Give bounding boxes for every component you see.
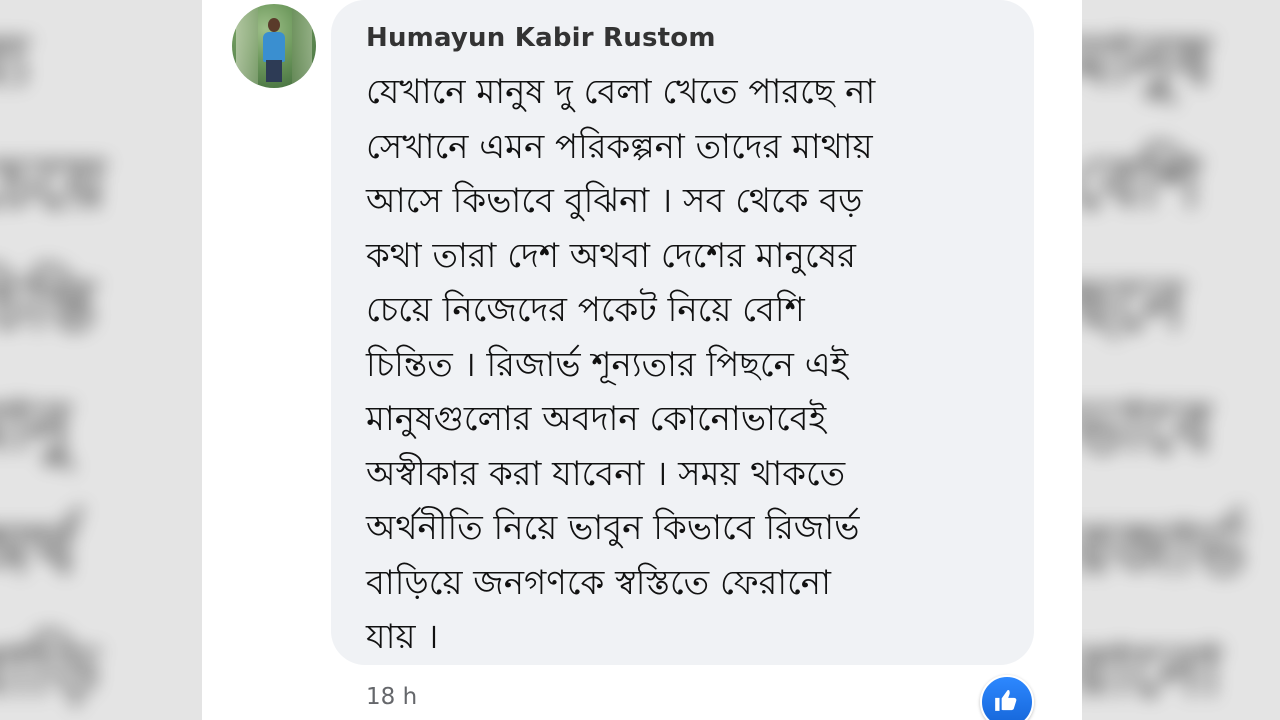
blurred-background-left: ব্য চেয়ে চিন্তি মানু অর্থ বাড়ি xyxy=(0,0,202,720)
like-icon[interactable] xyxy=(980,675,1034,720)
comment-author[interactable]: Humayun Kabir Rustom xyxy=(366,23,716,53)
avatar[interactable] xyxy=(232,4,316,88)
comment-card: Humayun Kabir Rustom যেখানে মানুষ দু বেল… xyxy=(202,0,1082,720)
comment-bubble: Humayun Kabir Rustom যেখানে মানুষ দু বেল… xyxy=(331,0,1034,665)
blurred-background-right: মানুষ বেশি ছনে ভাবে রজার্ভ রানো xyxy=(1082,0,1280,720)
thumbs-up-icon xyxy=(995,689,1017,711)
comment-text: যেখানে মানুষ দু বেলা খেতে পারছে না সেখান… xyxy=(366,72,876,657)
comment-timestamp[interactable]: 18 h xyxy=(366,684,417,710)
